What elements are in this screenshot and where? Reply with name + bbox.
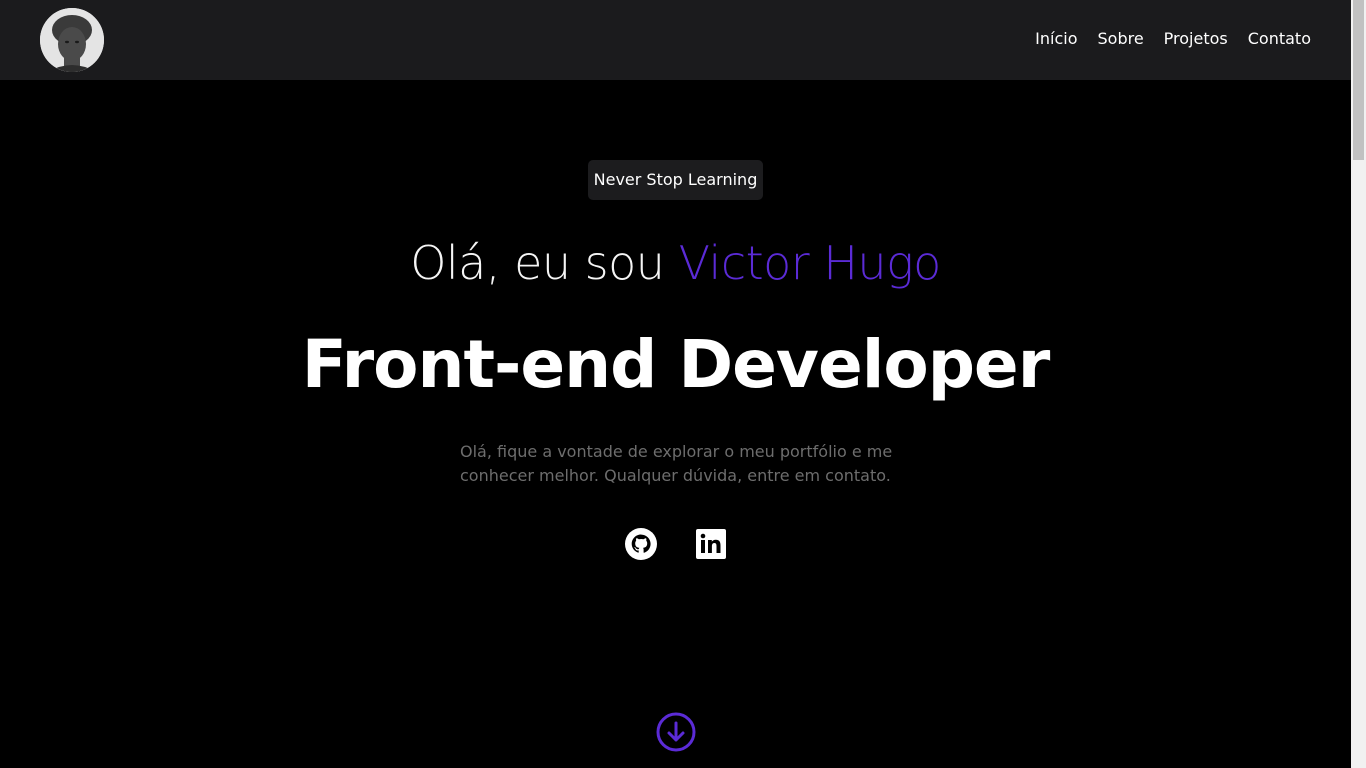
top-navbar: Início Sobre Projetos Contato	[0, 0, 1351, 80]
avatar[interactable]	[40, 8, 104, 72]
greeting-name: Victor Hugo	[678, 236, 942, 290]
tagline-badge: Never Stop Learning	[588, 160, 763, 200]
scrollbar-thumb[interactable]	[1353, 0, 1364, 160]
nav-link-projetos[interactable]: Projetos	[1164, 28, 1228, 50]
main-nav: Início Sobre Projetos Contato	[1035, 28, 1311, 50]
linkedin-link[interactable]	[695, 528, 727, 560]
nav-link-inicio[interactable]: Início	[1035, 28, 1077, 50]
github-icon	[625, 528, 657, 560]
vertical-scrollbar[interactable]	[1351, 0, 1366, 768]
scroll-down-button[interactable]	[656, 712, 696, 752]
linkedin-icon	[696, 529, 726, 559]
greeting-prefix: Olá, eu sou	[410, 236, 679, 290]
nav-link-contato[interactable]: Contato	[1248, 28, 1311, 50]
github-link[interactable]	[625, 528, 657, 560]
hero-role-title: Front-end Developer	[301, 326, 1051, 403]
hero-greeting: Olá, eu sou Victor Hugo	[0, 232, 1351, 294]
nav-link-sobre[interactable]: Sobre	[1098, 28, 1144, 50]
arrow-down-circle-icon	[656, 712, 696, 752]
hero-description: Olá, fique a vontade de explorar o meu p…	[460, 442, 893, 485]
page: Início Sobre Projetos Contato Never Stop…	[0, 0, 1366, 768]
profile-photo	[40, 8, 104, 72]
